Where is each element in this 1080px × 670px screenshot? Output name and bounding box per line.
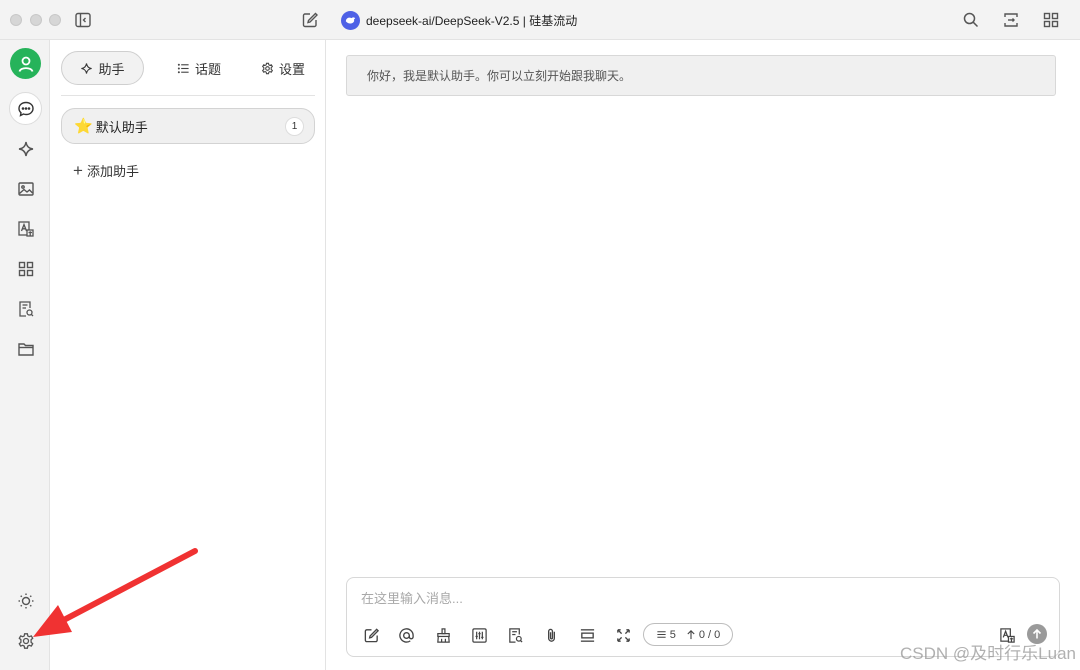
clear-icon[interactable]	[433, 625, 453, 645]
mention-icon[interactable]	[396, 625, 416, 645]
token-count: 0 / 0	[686, 629, 720, 641]
message-input[interactable]	[361, 588, 961, 608]
new-topic-icon[interactable]	[361, 625, 381, 645]
tab-topics[interactable]: 话题	[164, 51, 234, 85]
tab-label: 话题	[194, 61, 221, 77]
context-count-value: 5	[669, 628, 676, 641]
attachment-icon[interactable]	[541, 625, 561, 645]
edit-icon[interactable]	[300, 10, 320, 30]
welcome-message: 你好，我是默认助手。你可以立刻开始跟我聊天。	[346, 55, 1056, 96]
panel-tabs: 助手 话题 设置	[61, 51, 315, 85]
context-token-counter[interactable]: 5 0 / 0	[643, 623, 733, 646]
assistant-name: 默认助手	[95, 119, 148, 135]
plus-icon: +	[73, 160, 83, 180]
sparkle-icon[interactable]	[9, 132, 42, 165]
title-bar: deepseek-ai/DeepSeek-V2.5 | 硅基流动	[0, 0, 1080, 40]
avatar[interactable]	[10, 48, 41, 79]
knowledge-icon[interactable]	[9, 292, 42, 325]
left-rail	[0, 40, 50, 670]
divider-icon[interactable]	[577, 625, 597, 645]
close-window-button[interactable]	[10, 14, 22, 26]
deepseek-logo-icon	[341, 10, 360, 30]
folder-icon[interactable]	[9, 332, 42, 365]
translate-icon[interactable]	[9, 212, 42, 245]
grid-icon[interactable]	[1041, 10, 1061, 30]
tab-label: 设置	[278, 61, 305, 77]
fullscreen-icon[interactable]	[613, 625, 633, 645]
chat-icon[interactable]	[9, 92, 42, 125]
expand-icon[interactable]	[1001, 10, 1021, 30]
model-selector[interactable]: deepseek-ai/DeepSeek-V2.5 | 硅基流动	[341, 10, 577, 30]
arrow-up-icon	[687, 630, 695, 640]
add-assistant-button[interactable]: + 添加助手	[73, 160, 139, 180]
gear-icon[interactable]	[9, 624, 42, 657]
tab-settings[interactable]: 设置	[251, 51, 315, 85]
minimize-window-button[interactable]	[30, 14, 42, 26]
list-icon	[177, 63, 189, 73]
assistant-item-default[interactable]: ⭐️ 默认助手 1	[61, 108, 315, 144]
add-assistant-label: 添加助手	[86, 163, 139, 179]
list-icon	[657, 631, 666, 638]
sidebar-toggle-icon[interactable]	[73, 10, 93, 30]
sun-icon[interactable]	[9, 584, 42, 617]
model-name: deepseek-ai/DeepSeek-V2.5 | 硅基流动	[366, 13, 578, 28]
chat-area: 你好，我是默认助手。你可以立刻开始跟我聊天。 在这里输入消息... 5 0 / …	[326, 40, 1080, 670]
sparkle-icon	[81, 62, 93, 74]
tab-assistants[interactable]: 助手	[61, 51, 144, 85]
token-count-value: 0 / 0	[698, 628, 721, 641]
knowledge-icon[interactable]	[505, 625, 525, 645]
apps-icon[interactable]	[9, 252, 42, 285]
app-window: deepseek-ai/DeepSeek-V2.5 | 硅基流动 助手 话题 设…	[0, 0, 1080, 670]
zoom-window-button[interactable]	[49, 14, 61, 26]
watermark: CSDN @及时行乐Luan	[900, 644, 1076, 663]
settings-icon[interactable]	[469, 625, 489, 645]
star-emoji: ⭐️	[74, 117, 93, 135]
search-icon[interactable]	[961, 10, 981, 30]
divider	[61, 95, 315, 96]
topic-count-badge: 1	[285, 117, 304, 136]
assistant-panel: 助手 话题 设置 ⭐️ 默认助手 1 + 添加助手	[51, 40, 326, 670]
tab-label: 助手	[98, 61, 125, 77]
image-icon[interactable]	[9, 172, 42, 205]
gear-icon	[261, 62, 274, 74]
context-count: 5	[656, 629, 676, 641]
